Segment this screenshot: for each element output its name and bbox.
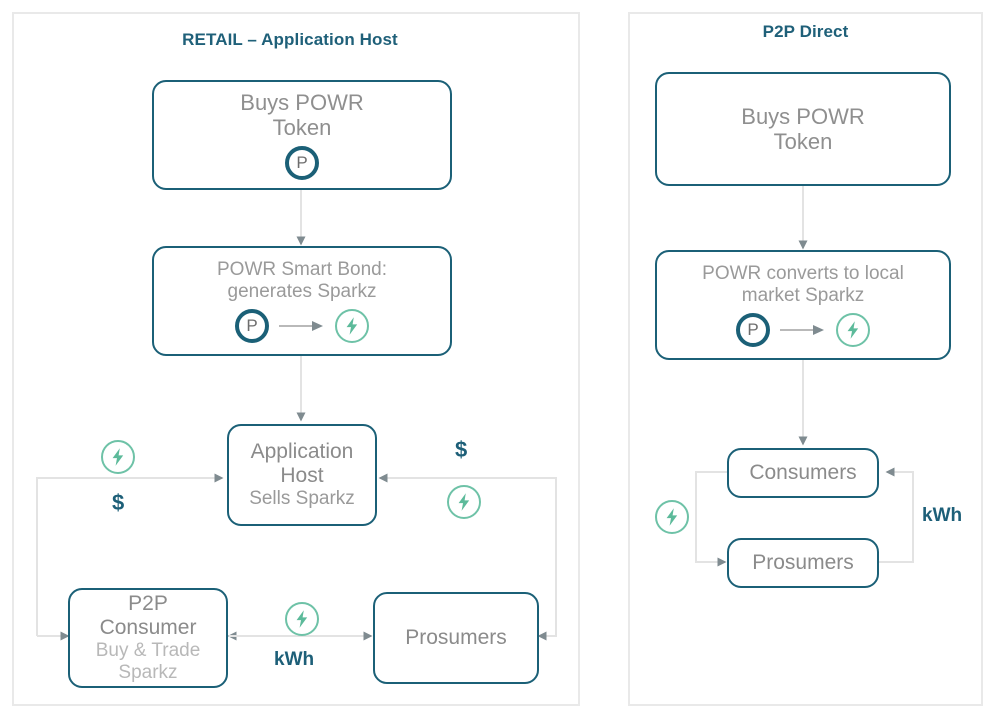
- node-sublabel: Sells Sparkz: [249, 487, 355, 509]
- node-sublabel: Buy & Trade Sparkz: [95, 639, 201, 683]
- node-application-host[interactable]: Application Host Sells Sparkz: [227, 424, 377, 526]
- sparkz-icon: [335, 309, 369, 344]
- node-prosumers-p2p[interactable]: Prosumers: [727, 538, 879, 588]
- diagram-canvas: RETAIL – Application Host P2P Direct Buy…: [0, 0, 996, 726]
- powr-token-icon: P: [235, 309, 269, 344]
- node-label: Application Host: [250, 440, 354, 487]
- edge-label-kwh-p2p: kWh: [922, 505, 963, 526]
- node-p2p-consumer[interactable]: P2P Consumer Buy & Trade Sparkz: [68, 588, 228, 688]
- sparkz-icon-right-rail: [447, 485, 481, 519]
- arrow-right-icon: [780, 325, 824, 336]
- icon-row: P: [736, 313, 870, 348]
- edge-label-kwh-retail: kWh: [274, 649, 315, 670]
- node-label: Prosumers: [752, 551, 854, 575]
- panel-retail-title: RETAIL – Application Host: [182, 30, 398, 49]
- node-prosumers-retail[interactable]: Prosumers: [373, 592, 539, 684]
- edge-label-dollar-left: $: [112, 490, 125, 515]
- icon-row: P: [285, 146, 319, 181]
- node-label: P2P Consumer: [99, 592, 197, 639]
- icon-row: P: [235, 309, 369, 344]
- node-consumers[interactable]: Consumers: [727, 448, 879, 498]
- arrow-right-icon: [279, 321, 323, 332]
- node-label: Buys POWR Token: [741, 103, 865, 154]
- node-buys-powr-token-retail[interactable]: Buys POWR Token P: [152, 80, 452, 190]
- powr-token-icon: P: [736, 313, 770, 348]
- node-label: POWR converts to local market Sparkz: [702, 262, 904, 306]
- powr-token-icon: P: [285, 146, 319, 181]
- node-label: Buys POWR Token: [240, 89, 364, 140]
- node-label: Consumers: [749, 461, 857, 485]
- node-buys-powr-token-p2p[interactable]: Buys POWR Token: [655, 72, 951, 186]
- node-powr-converts[interactable]: POWR converts to local market Sparkz P: [655, 250, 951, 360]
- node-label: Prosumers: [405, 626, 507, 650]
- sparkz-icon-left-rail: [101, 440, 135, 474]
- panel-p2p-direct-title: P2P Direct: [762, 22, 849, 41]
- edge-label-dollar-right: $: [455, 437, 468, 462]
- sparkz-icon: [836, 313, 870, 348]
- sparkz-icon-left-rail-p2p: [655, 500, 689, 534]
- node-label: POWR Smart Bond: generates Sparkz: [217, 258, 387, 302]
- node-powr-smart-bond[interactable]: POWR Smart Bond: generates Sparkz P: [152, 246, 452, 356]
- sparkz-icon-center-kwh: [285, 602, 319, 636]
